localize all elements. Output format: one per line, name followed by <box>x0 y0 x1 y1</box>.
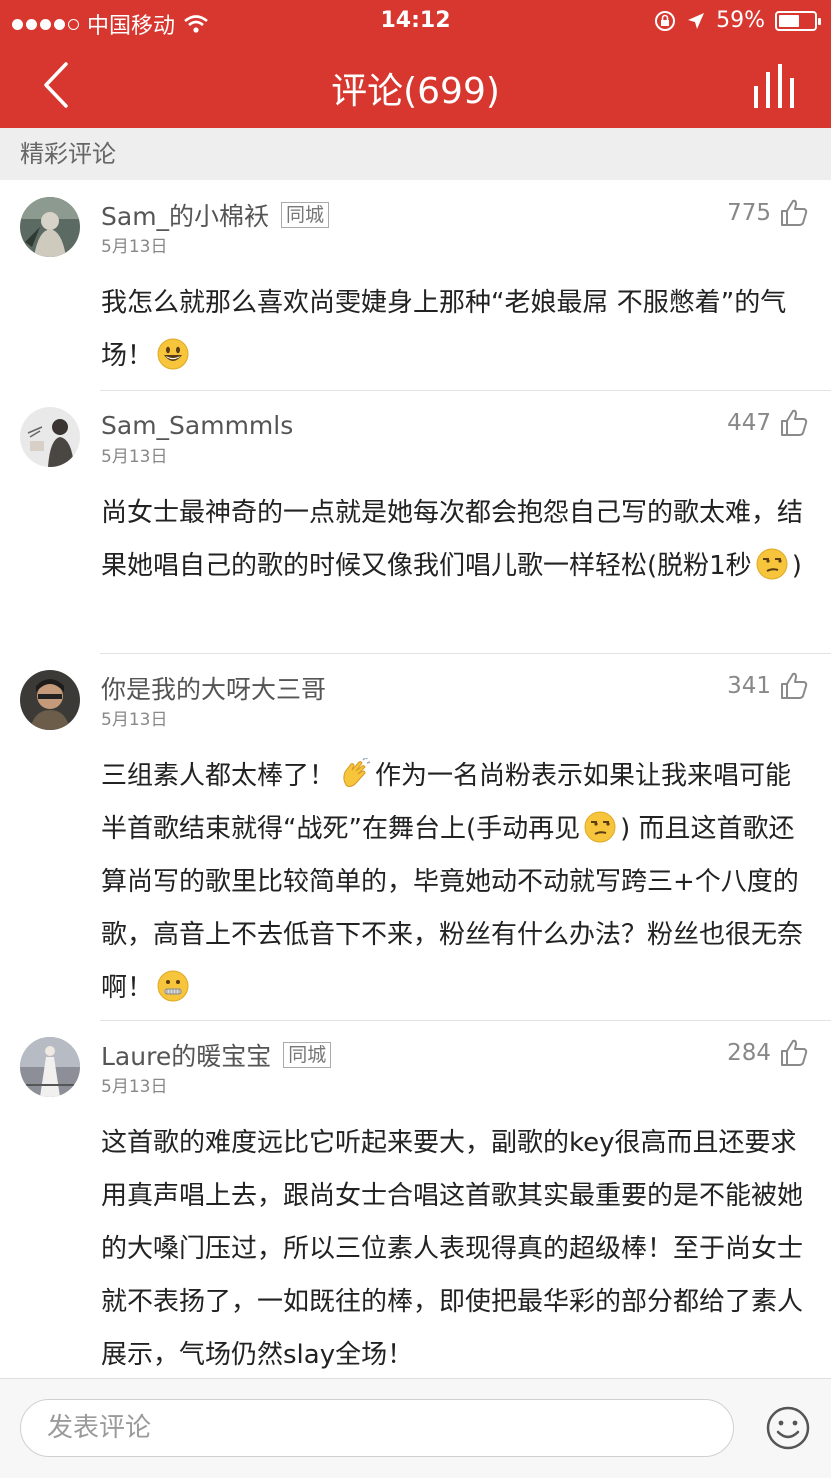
battery-level <box>779 14 799 27</box>
comment-item: 你是我的大呀大三哥 5月13日 341 三组素人都太棒了！ 作为一名尚粉表示如果… <box>0 653 831 1020</box>
smile-emoji-icon <box>157 338 189 370</box>
nav-bar: 评论(699) <box>0 42 831 128</box>
section-header-featured: 精彩评论 <box>0 128 831 180</box>
avatar[interactable] <box>20 407 80 467</box>
like-count: 341 <box>727 673 771 699</box>
like-button[interactable]: 447 <box>727 408 809 438</box>
comment-date: 5月13日 <box>101 447 168 467</box>
comment-date: 5月13日 <box>101 1077 168 1097</box>
username[interactable]: Sam_的小棉袄 <box>101 197 269 233</box>
status-bar: 中国移动 14:12 59% <box>0 0 831 42</box>
thumbs-up-icon <box>781 409 808 436</box>
comment-text-part: 我怎么就那么喜欢尚雯婕身上那种“老娘最屌 不服憋着”的气场！ <box>101 288 787 371</box>
rotation-lock-icon <box>655 10 676 31</box>
status-right: 59% <box>654 8 821 33</box>
comment-input[interactable]: 发表评论 <box>20 1399 734 1457</box>
local-badge: 同城 <box>283 1042 332 1068</box>
comment-item: Sam_的小棉袄 同城 5月13日 775 我怎么就那么喜欢尚雯婕身上那种“老娘… <box>0 180 831 390</box>
username[interactable]: 你是我的大呀大三哥 <box>101 670 326 706</box>
comment-compose-bar: 发表评论 <box>0 1378 831 1478</box>
comment-text: 三组素人都太棒了！ 作为一名尚粉表示如果让我来唱可能半首歌结束就得“战死”在舞台… <box>101 750 805 1015</box>
comment-list[interactable]: Sam_的小棉袄 同城 5月13日 775 我怎么就那么喜欢尚雯婕身上那种“老娘… <box>0 180 831 1378</box>
local-badge: 同城 <box>281 202 330 228</box>
comment-text-part: 三组素人都太棒了！ <box>101 761 336 791</box>
avatar[interactable] <box>20 1037 80 1097</box>
emoji-picker-icon[interactable] <box>765 1405 811 1451</box>
comment-item: Sam_Sammmls 5月13日 447 尚女士最神奇的一点就是她每次都会抱怨… <box>0 390 831 653</box>
battery-percent: 59% <box>716 8 765 33</box>
like-count: 284 <box>727 1040 771 1066</box>
comment-text: 这首歌的难度远比它听起来要大，副歌的key很高而且还要求用真声唱上去，跟尚女士合… <box>101 1117 805 1378</box>
thumbs-up-icon <box>781 1039 808 1066</box>
clap-emoji-icon <box>343 758 371 787</box>
thumbs-up-icon <box>781 672 808 699</box>
comment-text-part: 这首歌的难度远比它听起来要大，副歌的key很高而且还要求用真声唱上去，跟尚女士合… <box>101 1128 804 1370</box>
like-button[interactable]: 341 <box>727 671 809 701</box>
page-title: 评论(699) <box>331 71 500 112</box>
comment-text: 我怎么就那么喜欢尚雯婕身上那种“老娘最屌 不服憋着”的气场！ <box>101 277 805 383</box>
location-arrow-icon <box>688 12 705 29</box>
like-button[interactable]: 775 <box>727 198 809 228</box>
thumbs-up-icon <box>781 199 808 226</box>
avatar[interactable] <box>20 197 80 257</box>
comment-text: 尚女士最神奇的一点就是她每次都会抱怨自己写的歌太难，结果她唱自己的歌的时候又像我… <box>101 487 805 593</box>
comment-text-part: ) <box>791 551 802 581</box>
username[interactable]: Sam_Sammmls <box>101 411 293 440</box>
comment-text-part: 尚女士最神奇的一点就是她每次都会抱怨自己写的歌太难，结果她唱自己的歌的时候又像我… <box>101 498 804 581</box>
like-count: 775 <box>727 200 771 226</box>
unamused-emoji-icon <box>756 548 788 580</box>
comment-date: 5月13日 <box>101 237 168 257</box>
like-count: 447 <box>727 410 771 436</box>
username[interactable]: Laure的暖宝宝 <box>101 1037 271 1073</box>
like-button[interactable]: 284 <box>727 1038 809 1068</box>
comment-date: 5月13日 <box>101 710 168 730</box>
bar-chart-icon[interactable] <box>751 62 801 110</box>
unamused-emoji-icon <box>584 811 616 843</box>
zipper-mouth-emoji-icon <box>157 970 189 1002</box>
battery-icon <box>775 10 821 31</box>
comment-item: Laure的暖宝宝 同城 5月13日 284 这首歌的难度远比它听起来要大，副歌… <box>0 1020 831 1378</box>
avatar[interactable] <box>20 670 80 730</box>
